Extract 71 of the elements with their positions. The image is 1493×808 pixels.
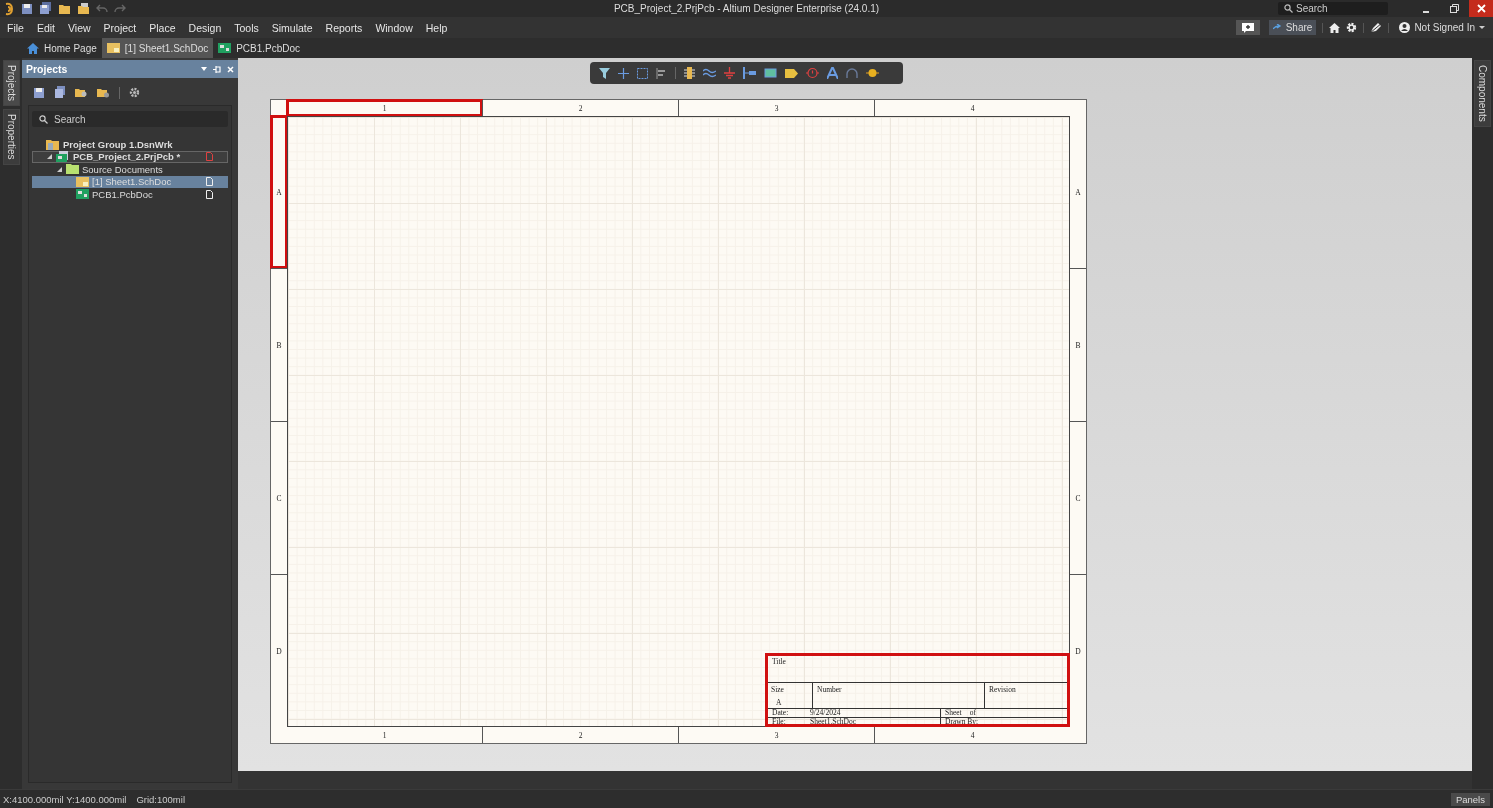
menu-item[interactable]: Edit — [36, 21, 55, 34]
close-icon[interactable] — [227, 65, 234, 73]
arrow-icon — [1272, 24, 1282, 31]
arc-icon[interactable] — [846, 68, 858, 78]
panel-title: Projects — [26, 63, 68, 75]
tree-item[interactable]: Source Documents — [32, 163, 228, 176]
close-icon — [1476, 4, 1486, 13]
folder-stack-icon[interactable] — [77, 2, 90, 15]
text-icon[interactable] — [827, 67, 838, 79]
folder-icon[interactable] — [58, 2, 71, 15]
close-button[interactable] — [1469, 0, 1493, 17]
tree-item[interactable]: Project Group 1.DsnWrk — [32, 138, 228, 151]
menu-item[interactable]: File — [7, 21, 24, 34]
side-panel-tab[interactable]: Properties — [2, 109, 20, 165]
share-button[interactable]: Share — [1268, 20, 1317, 35]
search-field[interactable]: Search — [1278, 2, 1388, 15]
dropdown-icon[interactable] — [201, 67, 207, 71]
folder-icon — [46, 138, 60, 150]
save-icon[interactable] — [21, 2, 33, 15]
circuit-board-icon — [56, 151, 70, 163]
pin-icon[interactable] — [213, 65, 221, 73]
restore-icon — [1450, 4, 1459, 13]
cursor-coordinates: X:4100.000mil Y:1400.000mil — [3, 793, 127, 805]
crosshair-icon[interactable] — [618, 67, 629, 79]
speech-bubble-icon — [1241, 22, 1254, 33]
filter-icon[interactable] — [599, 67, 610, 79]
circle-marker-icon[interactable] — [806, 67, 819, 79]
sheet-icon — [76, 176, 89, 187]
app-logo-icon[interactable] — [3, 1, 15, 16]
align-icon[interactable] — [656, 67, 667, 79]
home-icon — [27, 42, 39, 54]
pen-icon[interactable] — [1370, 22, 1383, 33]
document-tab[interactable]: Home Page — [22, 38, 102, 58]
search-field[interactable]: Search — [32, 111, 228, 127]
minimize-icon — [1422, 10, 1429, 13]
menu-item[interactable]: Place — [149, 21, 176, 34]
document-tab[interactable]: PCB1.PcbDoc — [213, 38, 306, 58]
window-title: PCB_Project_2.PrjPcb - Altium Designer Enterprise (24.0.1) — [613, 3, 880, 14]
save-icon[interactable] — [33, 86, 45, 99]
save-all-icon[interactable] — [54, 86, 66, 99]
redo-icon[interactable] — [114, 3, 126, 14]
menu-item[interactable]: Project — [103, 21, 137, 34]
tree-item[interactable]: PCB1.PcbDoc — [32, 188, 228, 201]
menu-item[interactable]: Design — [188, 21, 222, 34]
menu-item[interactable]: Window — [375, 21, 413, 34]
circuit-board-icon — [76, 189, 89, 200]
home-icon[interactable] — [1329, 22, 1341, 33]
document-icon — [206, 152, 213, 162]
feedback-button[interactable] — [1235, 20, 1260, 35]
ground-icon[interactable] — [724, 67, 735, 79]
user-icon — [1399, 22, 1411, 33]
settings-icon[interactable] — [129, 87, 140, 98]
component-icon[interactable] — [684, 67, 695, 79]
grid-size: Grid:100mil — [136, 793, 185, 805]
sheet-icon — [106, 43, 120, 53]
menu-item[interactable]: Tools — [234, 21, 259, 34]
dashed-rectangle-icon[interactable] — [637, 67, 648, 79]
save-all-icon[interactable] — [39, 2, 52, 15]
menu-item[interactable]: Reports — [325, 21, 363, 34]
tree-item[interactable]: PCB_Project_2.PrjPcb * — [32, 150, 228, 163]
circuit-board-icon — [218, 43, 232, 53]
panels-button[interactable]: Panels — [1450, 792, 1490, 806]
caret-icon — [1479, 25, 1485, 30]
menu-item[interactable]: View — [68, 21, 91, 34]
side-panel-tab[interactable]: Projects — [2, 60, 20, 107]
side-panel-tab[interactable]: Components — [1474, 60, 1491, 127]
undo-icon[interactable] — [96, 3, 108, 14]
menu-item[interactable]: Simulate — [271, 21, 313, 34]
menu-item[interactable]: Help — [425, 21, 448, 34]
account-button[interactable]: Not Signed In — [1395, 20, 1489, 35]
document-tab[interactable]: [1] Sheet1.SchDoc — [101, 38, 214, 58]
